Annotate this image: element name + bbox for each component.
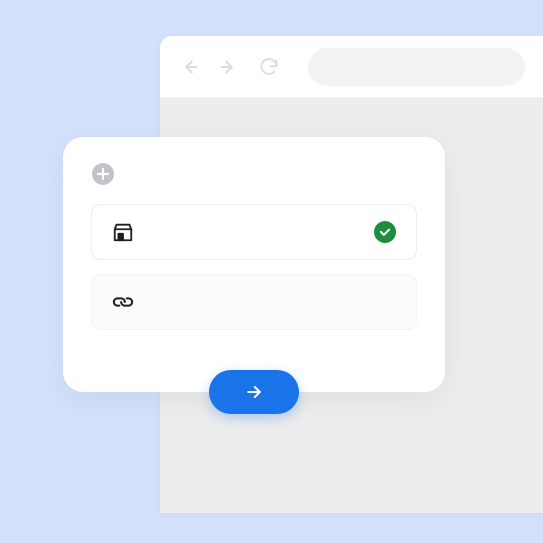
back-icon[interactable] <box>178 56 200 78</box>
option-storefront[interactable] <box>91 204 417 260</box>
next-button[interactable] <box>209 370 299 414</box>
link-icon <box>112 291 134 313</box>
url-bar[interactable] <box>308 48 525 86</box>
setup-card <box>63 137 445 392</box>
reload-icon[interactable] <box>258 56 280 78</box>
forward-icon[interactable] <box>218 56 240 78</box>
add-icon[interactable] <box>91 162 115 186</box>
storefront-icon <box>112 221 134 243</box>
check-icon <box>374 221 396 243</box>
browser-toolbar <box>160 36 543 98</box>
option-link[interactable] <box>91 274 417 330</box>
